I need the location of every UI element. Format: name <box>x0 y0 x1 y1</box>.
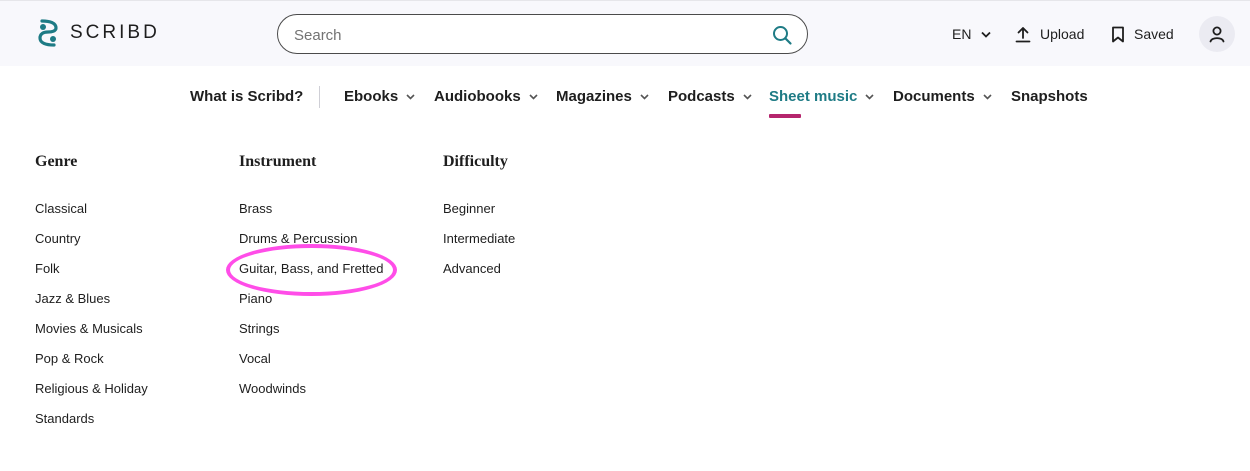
nav-magazines[interactable]: Magazines <box>556 88 649 105</box>
genre-link-jazz-blues[interactable]: Jazz & Blues <box>35 291 110 306</box>
genre-link-movies-musicals[interactable]: Movies & Musicals <box>35 321 143 336</box>
nav-divider <box>319 86 320 108</box>
genre-link-standards[interactable]: Standards <box>35 411 94 426</box>
chevron-down-icon <box>743 93 752 100</box>
genre-link-folk[interactable]: Folk <box>35 261 60 276</box>
search-input[interactable] <box>294 23 764 47</box>
saved-label: Saved <box>1134 26 1174 42</box>
genre-link-classical[interactable]: Classical <box>35 201 87 216</box>
nav-label: Audiobooks <box>434 88 521 105</box>
instrument-link-brass[interactable]: Brass <box>239 201 272 216</box>
chevron-down-icon <box>529 93 538 100</box>
genre-link-pop-rock[interactable]: Pop & Rock <box>35 351 104 366</box>
instrument-link-piano[interactable]: Piano <box>239 291 272 306</box>
genre-link-religious-holiday[interactable]: Religious & Holiday <box>35 381 148 396</box>
chevron-down-icon <box>983 93 992 100</box>
nav-label: Ebooks <box>344 88 399 105</box>
instrument-link-woodwinds[interactable]: Woodwinds <box>239 381 306 396</box>
bookmark-icon <box>1111 26 1125 43</box>
nav-label: Sheet music <box>769 88 858 105</box>
nav-ebooks[interactable]: Ebooks <box>344 88 415 105</box>
nav-snapshots[interactable]: Snapshots <box>1011 88 1088 105</box>
nav-documents[interactable]: Documents <box>893 88 992 105</box>
chevron-down-icon <box>640 93 649 100</box>
nav-podcasts[interactable]: Podcasts <box>668 88 752 105</box>
difficulty-heading: Difficulty <box>443 153 508 170</box>
instrument-link-guitar-bass-fretted[interactable]: Guitar, Bass, and Fretted <box>239 261 384 276</box>
nav-label: Snapshots <box>1011 88 1088 105</box>
difficulty-link-beginner[interactable]: Beginner <box>443 201 495 216</box>
language-selector[interactable]: EN <box>952 1 992 67</box>
language-label: EN <box>952 26 972 42</box>
upload-label: Upload <box>1040 26 1085 42</box>
difficulty-link-intermediate[interactable]: Intermediate <box>443 231 515 246</box>
chevron-down-icon <box>981 31 992 38</box>
chevron-down-icon <box>865 93 874 100</box>
nav-label: Documents <box>893 88 975 105</box>
upload-button[interactable]: Upload <box>1015 1 1084 67</box>
scribd-logo-icon <box>38 19 58 47</box>
chevron-down-icon <box>406 93 415 100</box>
nav-sheet-music[interactable]: Sheet music <box>769 88 874 105</box>
saved-button[interactable]: Saved <box>1111 1 1174 67</box>
instrument-link-strings[interactable]: Strings <box>239 321 279 336</box>
genre-heading: Genre <box>35 153 78 170</box>
top-header: SCRIBD EN Upload Saved <box>0 0 1250 66</box>
active-tab-indicator <box>769 114 801 118</box>
account-button[interactable] <box>1199 16 1235 52</box>
instrument-heading: Instrument <box>239 153 317 170</box>
nav-audiobooks[interactable]: Audiobooks <box>434 88 538 105</box>
difficulty-link-advanced[interactable]: Advanced <box>443 261 501 276</box>
instrument-link-vocal[interactable]: Vocal <box>239 351 271 366</box>
search-bar <box>277 14 808 54</box>
nav-label: Magazines <box>556 88 632 105</box>
search-icon[interactable] <box>771 24 793 46</box>
nav-what-is-scribd[interactable]: What is Scribd? <box>190 88 303 105</box>
user-icon <box>1209 26 1225 43</box>
nav-label: Podcasts <box>668 88 735 105</box>
upload-icon <box>1015 26 1031 43</box>
nav-label: What is Scribd? <box>190 88 304 105</box>
genre-link-country[interactable]: Country <box>35 231 81 246</box>
scribd-logo[interactable]: SCRIBD <box>36 19 160 47</box>
logo-text: SCRIBD <box>70 22 160 43</box>
instrument-link-drums-percussion[interactable]: Drums & Percussion <box>239 231 357 246</box>
